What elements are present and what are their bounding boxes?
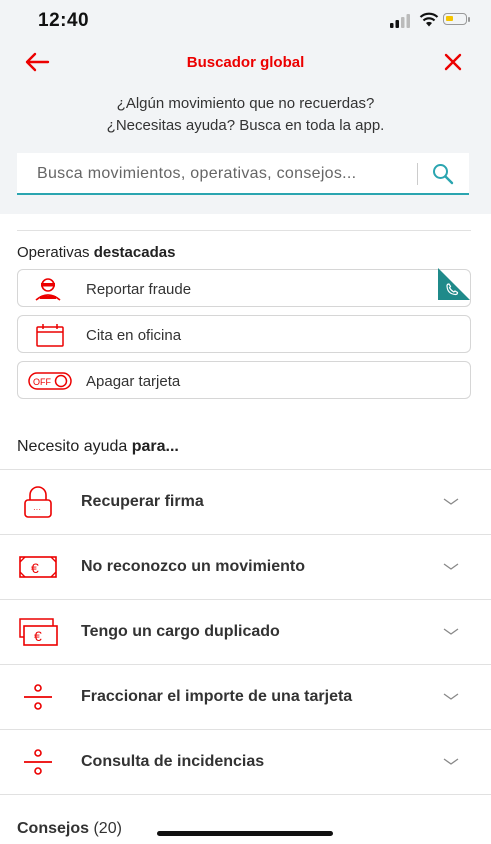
svg-text:€: €	[34, 628, 42, 644]
help-item-no-reconozco[interactable]: € No reconozco un movimiento	[0, 534, 491, 599]
help-list: ··· Recuperar firma € No reconozco un mo…	[0, 469, 491, 795]
help-line-1: ¿Algún movimiento que no recuerdas?	[116, 95, 375, 112]
search-icon[interactable]	[431, 162, 455, 186]
op-label: Reportar fraude	[86, 281, 192, 298]
svg-text:···: ···	[33, 505, 41, 514]
padlock-icon: ···	[24, 486, 52, 518]
battery-icon	[443, 13, 470, 25]
search-help-text: ¿Algún movimiento que no recuerdas? ¿Nec…	[0, 93, 491, 137]
help-item-recuperar-firma[interactable]: ··· Recuperar firma	[0, 469, 491, 534]
consejos-title: Consejos (20)	[17, 820, 122, 837]
page-title: Buscador global	[186, 54, 305, 71]
help-item-cargo-duplicado[interactable]: € Tengo un cargo duplicado	[0, 599, 491, 664]
help-item-label: Recuperar firma	[81, 493, 204, 510]
op-cita-oficina[interactable]: Cita en oficina	[17, 315, 471, 353]
op-apagar-tarjeta[interactable]: OFF Apagar tarjeta	[17, 361, 471, 399]
search-field[interactable]: Busca movimientos, operativas, consejos.…	[17, 153, 469, 195]
ayuda-title: Necesito ayuda para...	[17, 438, 179, 455]
chevron-down-icon[interactable]	[441, 691, 461, 703]
help-item-label: No reconozco un movimiento	[81, 558, 306, 575]
fraud-thief-icon	[35, 278, 61, 301]
chevron-down-icon[interactable]	[441, 561, 461, 573]
divider	[0, 794, 491, 795]
euro-banknote-icon: €	[19, 556, 57, 578]
search-divider	[417, 163, 418, 185]
duplicate-banknote-icon: €	[19, 618, 58, 646]
svg-text:OFF: OFF	[33, 377, 51, 387]
division-icon	[24, 684, 52, 710]
op-label: Apagar tarjeta	[86, 373, 181, 390]
help-item-incidencias[interactable]: Consulta de incidencias	[0, 729, 491, 794]
search-input[interactable]: Busca movimientos, operativas, consejos.…	[37, 165, 356, 183]
svg-text:€: €	[31, 560, 39, 576]
signal-icon	[390, 14, 410, 28]
operativas-title: Operativas destacadas	[17, 244, 176, 261]
calendar-icon	[36, 324, 64, 347]
op-label: Cita en oficina	[86, 327, 182, 344]
home-indicator[interactable]	[157, 831, 333, 836]
divider	[17, 230, 471, 231]
status-time: 12:40	[38, 10, 90, 31]
help-item-label: Fraccionar el importe de una tarjeta	[81, 688, 353, 705]
card-off-toggle-icon: OFF	[28, 372, 72, 390]
help-line-2: ¿Necesitas ayuda? Busca en toda la app.	[106, 117, 385, 134]
help-item-label: Tengo un cargo duplicado	[81, 623, 280, 640]
op-reportar-fraude[interactable]: Reportar fraude	[17, 269, 471, 307]
status-icons	[389, 12, 470, 28]
chevron-down-icon[interactable]	[441, 756, 461, 768]
phone-call-icon[interactable]	[438, 268, 470, 300]
help-item-label: Consulta de incidencias	[81, 753, 265, 770]
chevron-down-icon[interactable]	[441, 626, 461, 638]
wifi-icon	[419, 12, 439, 27]
close-icon[interactable]	[443, 52, 463, 72]
help-item-fraccionar[interactable]: Fraccionar el importe de una tarjeta	[0, 664, 491, 729]
chevron-down-icon[interactable]	[441, 496, 461, 508]
division-icon	[24, 749, 52, 775]
